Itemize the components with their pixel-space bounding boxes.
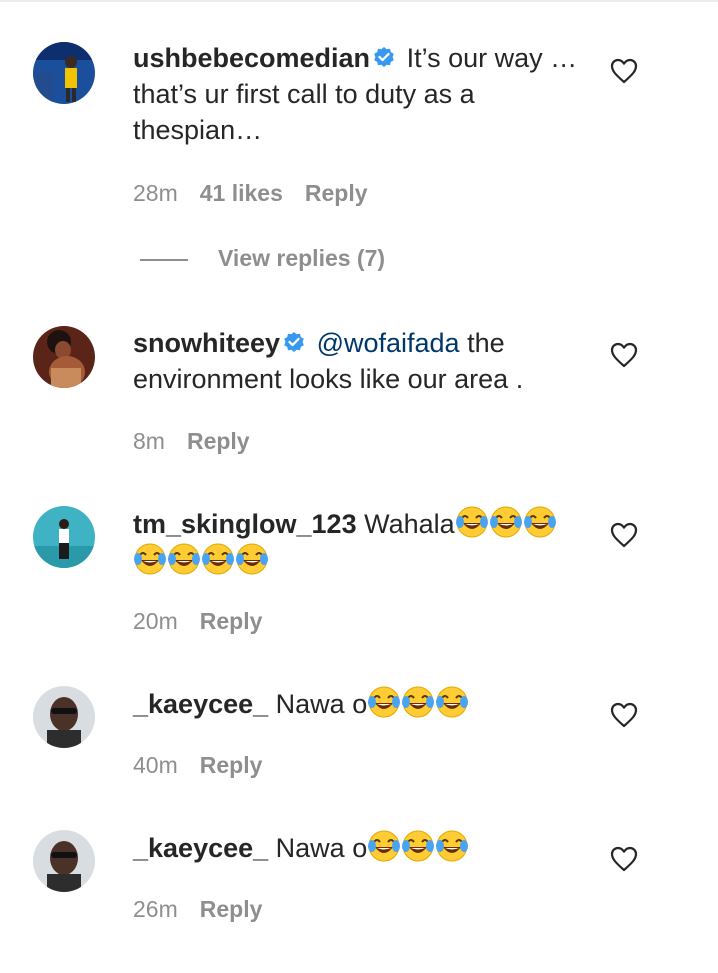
comment-username[interactable]: snowhiteey (133, 328, 280, 358)
comment-text: Nawa o (275, 833, 368, 863)
reply-button[interactable]: Reply (200, 896, 263, 922)
avatar[interactable] (33, 506, 95, 568)
comment-meta: 26m Reply (133, 896, 284, 923)
view-replies-line (140, 258, 188, 261)
avatar[interactable] (33, 42, 95, 104)
comment-meta: 8m Reply (133, 428, 272, 455)
avatar-image (33, 830, 95, 892)
comment-body: tm_skinglow_123 Wahala (133, 505, 588, 579)
reply-button[interactable]: Reply (305, 180, 368, 206)
reply-button[interactable]: Reply (200, 608, 263, 634)
comment-time: 8m (133, 428, 165, 454)
avatar-image (33, 506, 95, 568)
comment-time: 26m (133, 896, 178, 922)
avatar-image (33, 326, 95, 388)
laughing-emoji-icon (235, 542, 269, 576)
laughing-emoji-icon (435, 685, 469, 719)
mention-link[interactable]: @wofaifada (317, 328, 460, 358)
laughing-emoji-icon (523, 505, 557, 539)
comment-body: _kaeycee_ Nawa o (133, 685, 588, 722)
laughing-emoji-icon (133, 542, 167, 576)
comment-username[interactable]: _kaeycee_ (133, 833, 268, 863)
comment-meta: 20m Reply (133, 608, 284, 635)
view-replies-button[interactable]: View replies (7) (140, 245, 385, 272)
verified-badge-icon (372, 46, 396, 70)
comment-time: 20m (133, 608, 178, 634)
likes-count[interactable]: 41 likes (200, 180, 283, 206)
heart-icon[interactable] (610, 702, 638, 728)
laughing-emoji-icon (167, 542, 201, 576)
comment-meta: 40m Reply (133, 752, 284, 779)
heart-icon[interactable] (610, 846, 638, 872)
comment-time: 40m (133, 752, 178, 778)
laughing-emoji-icon (201, 542, 235, 576)
comment-username[interactable]: ushbebecomedian (133, 43, 370, 73)
comment-username[interactable]: tm_skinglow_123 (133, 509, 357, 539)
view-replies-label: View replies (7) (218, 245, 386, 271)
laughing-emoji-icon (401, 685, 435, 719)
avatar-image (33, 686, 95, 748)
verified-badge-icon (282, 331, 306, 355)
avatar-image (33, 42, 95, 104)
comment-meta: 28m 41 likes Reply (133, 180, 390, 207)
comment-username[interactable]: _kaeycee_ (133, 689, 268, 719)
comment-body: ushbebecomedian It’s our way … that’s ur… (133, 40, 588, 148)
reply-button[interactable]: Reply (200, 752, 263, 778)
heart-icon[interactable] (610, 342, 638, 368)
laughing-emoji-icon (367, 685, 401, 719)
top-divider (0, 0, 718, 2)
laughing-emoji-icon (367, 829, 401, 863)
laughing-emoji-icon (401, 829, 435, 863)
laughing-emoji-icon (455, 505, 489, 539)
reply-button[interactable]: Reply (187, 428, 250, 454)
heart-icon[interactable] (610, 58, 638, 84)
comment-body: _kaeycee_ Nawa o (133, 829, 588, 866)
avatar[interactable] (33, 830, 95, 892)
comment-text: Wahala (364, 509, 455, 539)
comment-text: Nawa o (275, 689, 368, 719)
avatar[interactable] (33, 326, 95, 388)
comment-body: snowhiteey @wofaifada the environment lo… (133, 325, 588, 397)
heart-icon[interactable] (610, 522, 638, 548)
laughing-emoji-icon (489, 505, 523, 539)
avatar[interactable] (33, 686, 95, 748)
laughing-emoji-icon (435, 829, 469, 863)
comment-time: 28m (133, 180, 178, 206)
